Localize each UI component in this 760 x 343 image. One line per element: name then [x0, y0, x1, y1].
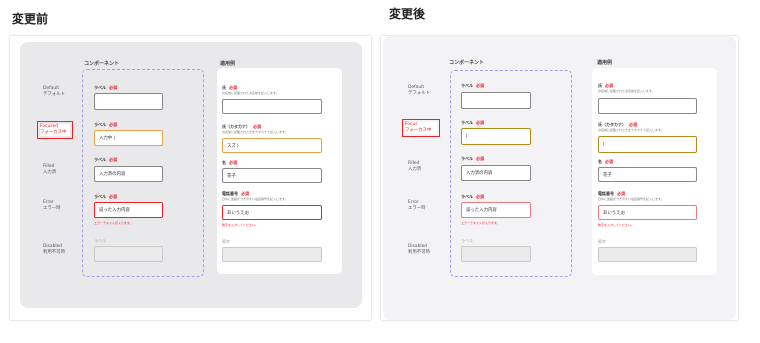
state-error: Error エラー時	[408, 200, 426, 211]
label-disabled: ラベル	[94, 238, 106, 243]
example-phone-desc: 日中に連絡がつきやすい電話番号を記入します。	[598, 197, 664, 201]
example-kana-desc: お名前に記載された氏をカタカナで記入します。	[598, 128, 664, 132]
label-filled: ラベル 必須	[94, 157, 117, 162]
example-last-name-input[interactable]	[598, 98, 697, 114]
example-first-name-input[interactable]: 花子	[598, 167, 697, 182]
example-remarks-label: 備考	[222, 239, 230, 244]
before-heading: 変更前	[12, 12, 49, 26]
example-last-name-input[interactable]	[222, 99, 322, 114]
input-disabled[interactable]	[94, 246, 163, 262]
example-kana-desc: お名前に記載された氏をカタカナで記入します。	[222, 130, 288, 134]
example-last-name-desc: お名前に記載されたお名前を記入します。	[598, 89, 655, 93]
error-message: エラーテキストが入ります。	[461, 221, 500, 225]
example-remarks-input[interactable]	[222, 247, 322, 262]
example-phone-error: 数字を入力してください。	[598, 223, 634, 227]
component-column-title: コンポーネント	[84, 61, 120, 67]
input-default[interactable]	[94, 93, 163, 110]
example-column-title: 適用例	[220, 61, 236, 67]
input-error[interactable]: 誤った入力内容	[461, 202, 531, 218]
example-phone-error: 数字を入力してください。	[222, 223, 258, 227]
state-focus: Focus フォーカス中	[402, 119, 440, 137]
example-last-name-desc: お名前に記載されたお名前を記入します。	[222, 91, 279, 95]
example-phone-input[interactable]: あいうえお	[598, 205, 697, 220]
error-message: エラーテキストが入ります。	[94, 221, 133, 225]
example-column-title: 適用例	[597, 60, 613, 66]
example-remarks-input[interactable]	[598, 247, 697, 262]
state-default: Default デフォルト	[408, 85, 430, 96]
example-phone-input[interactable]: あいうえお	[222, 205, 322, 220]
input-focus[interactable]: |	[461, 128, 531, 145]
state-default: Default デフォルト	[43, 86, 65, 97]
before-frame: コンポーネント 適用例 Default デフォルト Focused フォーカス中 F…	[10, 36, 371, 320]
example-phone-desc: 日中に連絡がつきやすい電話番号を記入します。	[222, 197, 288, 201]
input-error[interactable]: 誤った入力内容	[94, 202, 163, 218]
state-focused: Focused フォーカス中	[37, 121, 73, 139]
state-disabled: Disabled 利用不可時	[408, 244, 430, 255]
label-focused: ラベル 必須	[94, 122, 117, 127]
example-first-name-label: 名必須	[222, 160, 237, 165]
example-kana-input[interactable]: スズ |	[222, 138, 322, 153]
input-default[interactable]	[461, 92, 531, 109]
label-error: ラベル 必須	[94, 194, 117, 199]
input-focused[interactable]: 入力中 |	[94, 130, 163, 146]
after-frame: コンポーネント 適用例 Default デフォルト Focus フォーカス中 Fil…	[381, 36, 738, 320]
label-default: ラベル 必須	[461, 83, 484, 88]
input-disabled[interactable]	[461, 246, 531, 262]
example-kana-input[interactable]: |	[598, 136, 697, 153]
label-default: ラベル 必須	[94, 85, 117, 90]
input-filled[interactable]: 入力済の内容	[94, 166, 163, 182]
label-error: ラベル 必須	[461, 194, 484, 199]
example-first-name-input[interactable]: 花子	[222, 168, 322, 183]
example-remarks-label: 備考	[598, 239, 606, 244]
state-filled: Filled 入力済	[43, 164, 57, 175]
state-disabled: Disabled 利用不可時	[43, 244, 65, 255]
label-focus: ラベル 必須	[461, 120, 484, 125]
example-first-name-label: 名必須	[598, 159, 613, 164]
label-filled: ラベル 必須	[461, 156, 484, 161]
label-disabled: ラベル	[461, 238, 473, 243]
input-filled[interactable]: 入力済の内容	[461, 165, 531, 181]
after-heading: 変更後	[389, 7, 426, 21]
state-error: Error エラー時	[43, 200, 61, 211]
state-filled: Filled 入力済	[408, 161, 422, 172]
component-column-title: コンポーネント	[449, 60, 485, 66]
